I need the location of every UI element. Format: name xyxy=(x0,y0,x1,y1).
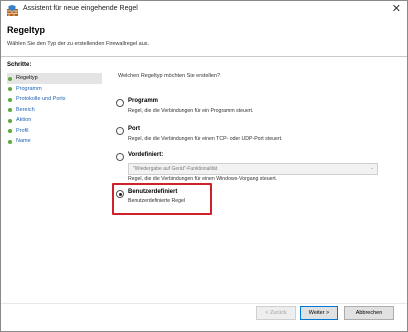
option-label: Port xyxy=(128,126,140,132)
step-bullet-icon xyxy=(8,97,12,102)
sidebar-item-bereich[interactable]: Bereich xyxy=(7,105,102,116)
radio-programm[interactable] xyxy=(116,99,124,107)
title-bar: Assistent für neue eingehende Regel ✕ xyxy=(1,1,407,19)
page-title: Regeltyp xyxy=(7,25,46,35)
option-label: Vordefiniert: xyxy=(128,152,164,158)
step-bullet-icon xyxy=(8,108,12,112)
step-bullet-icon xyxy=(8,87,12,91)
sidebar-item-name[interactable]: Name xyxy=(7,136,102,147)
sidebar-item-programm[interactable]: Programm xyxy=(7,84,102,95)
wizard-header: Regeltyp Wählen Sie den Typ der zu erste… xyxy=(1,19,407,55)
sidebar-item-profil[interactable]: Profil xyxy=(7,126,102,137)
option-description: Regel, die die Verbindungen für einen TC… xyxy=(128,136,283,142)
back-button[interactable]: < Zurück xyxy=(256,306,296,320)
radio-benutzerdefiniert[interactable] xyxy=(116,190,124,198)
steps-title: Schritte: xyxy=(7,62,32,68)
radio-vordefiniert[interactable] xyxy=(116,153,124,161)
sidebar-item-label: Protokolle und Ports xyxy=(16,96,66,102)
main-panel: Welchen Regeltyp möchten Sie erstellen? … xyxy=(104,57,407,331)
predefined-rule-select[interactable]: "Wiedergabe auf Gerät"-Funktionalität ⌄ xyxy=(128,163,378,175)
step-bullet-icon xyxy=(8,76,12,81)
close-icon[interactable]: ✕ xyxy=(392,3,401,15)
sidebar-item-label: Regeltyp xyxy=(16,75,38,81)
window-title: Assistent für neue eingehende Regel xyxy=(23,5,138,12)
sidebar-item-label: Aktion xyxy=(16,117,32,123)
option-description: Benutzerdefinierte Regel xyxy=(128,198,186,204)
wizard-window: Assistent für neue eingehende Regel ✕ Re… xyxy=(0,0,408,332)
sidebar-item-label: Name xyxy=(16,138,31,144)
firewall-app-icon xyxy=(7,5,18,16)
option-description: Regel, die die Verbindungen für einen Wi… xyxy=(128,176,278,182)
radio-port[interactable] xyxy=(116,127,124,135)
step-bullet-icon xyxy=(8,139,12,144)
predefined-rule-select-value: "Wiedergabe auf Gerät"-Funktionalität xyxy=(133,166,218,172)
sidebar-item-label: Profil xyxy=(16,127,29,134)
chevron-down-icon: ⌄ xyxy=(369,165,374,171)
sidebar-item-aktion[interactable]: Aktion xyxy=(7,115,102,126)
page-subtitle: Wählen Sie den Typ der zu erstellenden F… xyxy=(7,41,150,47)
footer-divider xyxy=(1,303,407,304)
option-label: Benutzerdefiniert xyxy=(128,189,178,195)
steps-sidebar: Schritte: Regeltyp Programm Protokolle u… xyxy=(1,57,104,331)
step-bullet-icon xyxy=(8,118,12,123)
step-bullet-icon xyxy=(8,129,12,133)
sidebar-item-label: Bereich xyxy=(16,106,35,113)
sidebar-item-regeltyp[interactable]: Regeltyp xyxy=(7,73,102,84)
option-label: Programm xyxy=(128,98,159,104)
rule-type-question: Welchen Regeltyp möchten Sie erstellen? xyxy=(118,73,221,79)
steps-list: Regeltyp Programm Protokolle und Ports B… xyxy=(7,73,102,147)
cancel-button[interactable]: Abbrechen xyxy=(344,306,394,320)
option-description: Regel, die die Verbindungen für ein Prog… xyxy=(128,108,254,114)
next-button[interactable]: Weiter > xyxy=(300,306,338,320)
sidebar-item-protokolle-und-ports[interactable]: Protokolle und Ports xyxy=(7,94,102,105)
sidebar-item-label: Programm xyxy=(16,85,42,92)
